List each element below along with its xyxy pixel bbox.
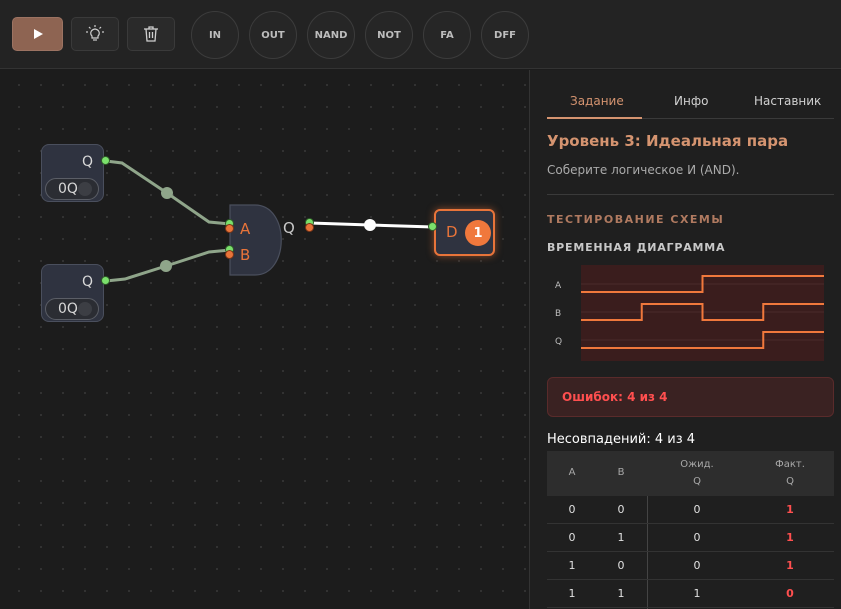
toggle-knob bbox=[78, 302, 92, 316]
cell-a: 0 bbox=[568, 531, 576, 544]
tab-mentor[interactable]: Наставник bbox=[754, 94, 821, 108]
toolbar: IN OUT NAND NOT FA DFF bbox=[0, 0, 841, 69]
cell-a: 0 bbox=[568, 503, 576, 516]
output-port-label: D bbox=[446, 223, 458, 241]
truth-table: A B Ожид. Q Факт. Q 0 0 0 1 0 1 0 1 1 0 … bbox=[547, 451, 834, 609]
cell-expected: 0 bbox=[693, 503, 701, 516]
header-actual-q: Q bbox=[786, 476, 794, 487]
header-a: A bbox=[568, 467, 576, 478]
input-b-output-port[interactable] bbox=[101, 276, 110, 285]
component-fa-button[interactable]: FA bbox=[423, 11, 471, 59]
toggle-light-button[interactable] bbox=[71, 17, 119, 51]
timing-diagram: A B Q bbox=[555, 265, 824, 361]
tab-task[interactable]: Задание bbox=[570, 94, 624, 108]
output-input-port[interactable] bbox=[428, 222, 437, 231]
wire-joint[interactable] bbox=[160, 260, 172, 272]
trash-icon bbox=[144, 26, 158, 42]
table-row: 0 0 0 1 bbox=[547, 496, 834, 524]
timing-title: ВРЕМЕННАЯ ДИАГРАММА bbox=[547, 241, 726, 254]
timing-signal-label: Q bbox=[555, 337, 562, 347]
toggle-knob bbox=[78, 182, 92, 196]
level-title: Уровень 3: Идеальная пара bbox=[547, 132, 789, 150]
play-icon bbox=[33, 29, 43, 39]
cell-actual: 1 bbox=[786, 531, 794, 544]
cell-b: 0 bbox=[617, 503, 625, 516]
run-button[interactable] bbox=[12, 17, 63, 51]
cell-actual: 1 bbox=[786, 503, 794, 516]
input-node-a[interactable]: Q 0Q bbox=[41, 144, 104, 202]
input-a-output-port[interactable] bbox=[101, 156, 110, 165]
input-a-port-label: Q bbox=[81, 154, 93, 170]
header-actual: Факт. bbox=[775, 459, 805, 470]
task-panel: Задание Инфо Наставник Уровень 3: Идеаль… bbox=[529, 70, 841, 609]
cell-a: 1 bbox=[568, 559, 576, 572]
and-gate-body[interactable] bbox=[229, 204, 282, 276]
component-in-button[interactable]: IN bbox=[191, 11, 239, 59]
gate-output-label: Q bbox=[283, 219, 295, 237]
mismatch-count: Несовпадений: 4 из 4 bbox=[547, 432, 696, 447]
cell-b: 0 bbox=[617, 559, 625, 572]
cell-a: 1 bbox=[568, 587, 576, 600]
input-b-toggle-label: 0Q bbox=[58, 301, 78, 317]
tab-info[interactable]: Инфо bbox=[674, 94, 708, 108]
input-b-toggle[interactable]: 0Q bbox=[45, 298, 99, 320]
input-b-port-label: Q bbox=[81, 274, 93, 290]
table-row: 1 1 1 0 bbox=[547, 580, 834, 608]
component-nand-button[interactable]: NAND bbox=[307, 11, 355, 59]
circuit-canvas[interactable]: Q 0Q Q 0Q A B Q D 1 bbox=[0, 70, 528, 609]
lightbulb-icon bbox=[86, 25, 104, 41]
cell-b: 1 bbox=[617, 531, 625, 544]
timing-signal-label: A bbox=[555, 281, 562, 291]
divider bbox=[547, 194, 834, 195]
component-dff-button[interactable]: DFF bbox=[481, 11, 529, 59]
input-a-toggle[interactable]: 0Q bbox=[45, 178, 99, 200]
active-tab-indicator bbox=[547, 117, 642, 119]
gate-output-port-state bbox=[305, 223, 314, 232]
delete-button[interactable] bbox=[127, 17, 175, 51]
gate-input-a-port-state bbox=[225, 224, 234, 233]
header-expected: Ожид. bbox=[680, 459, 714, 470]
header-b: B bbox=[617, 467, 625, 478]
component-not-button[interactable]: NOT bbox=[365, 11, 413, 59]
table-row: 1 0 0 1 bbox=[547, 552, 834, 580]
error-count-badge: 1 bbox=[465, 220, 491, 246]
cell-actual: 1 bbox=[786, 559, 794, 572]
panel-tabs: Задание Инфо Наставник bbox=[547, 87, 834, 119]
cell-expected: 0 bbox=[693, 531, 701, 544]
component-out-button[interactable]: OUT bbox=[249, 11, 297, 59]
wire-joint[interactable] bbox=[364, 219, 376, 231]
cell-expected: 1 bbox=[693, 587, 701, 600]
error-summary-text: Ошибок: 4 из 4 bbox=[562, 390, 668, 404]
gate-input-a-label: A bbox=[240, 220, 251, 238]
error-summary: Ошибок: 4 из 4 bbox=[547, 377, 834, 417]
gate-input-b-label: B bbox=[240, 246, 251, 264]
table-row: 0 1 0 1 bbox=[547, 524, 834, 552]
wire-joint[interactable] bbox=[161, 187, 173, 199]
cell-expected: 0 bbox=[693, 559, 701, 572]
gate-input-b-port-state bbox=[225, 250, 234, 259]
input-a-toggle-label: 0Q bbox=[58, 181, 78, 197]
level-description: Соберите логическое И (AND). bbox=[547, 163, 740, 177]
header-expected-q: Q bbox=[693, 476, 701, 487]
cell-b: 1 bbox=[617, 587, 625, 600]
input-node-b[interactable]: Q 0Q bbox=[41, 264, 104, 322]
timing-signal-label: B bbox=[555, 309, 561, 319]
app-root: IN OUT NAND NOT FA DFF Q 0Q Q 0Q A B Q D… bbox=[0, 0, 841, 609]
cell-actual: 0 bbox=[786, 587, 794, 600]
table-header: A B Ожид. Q Факт. Q bbox=[547, 451, 834, 496]
section-title: ТЕСТИРОВАНИЕ СХЕМЫ bbox=[547, 213, 725, 226]
